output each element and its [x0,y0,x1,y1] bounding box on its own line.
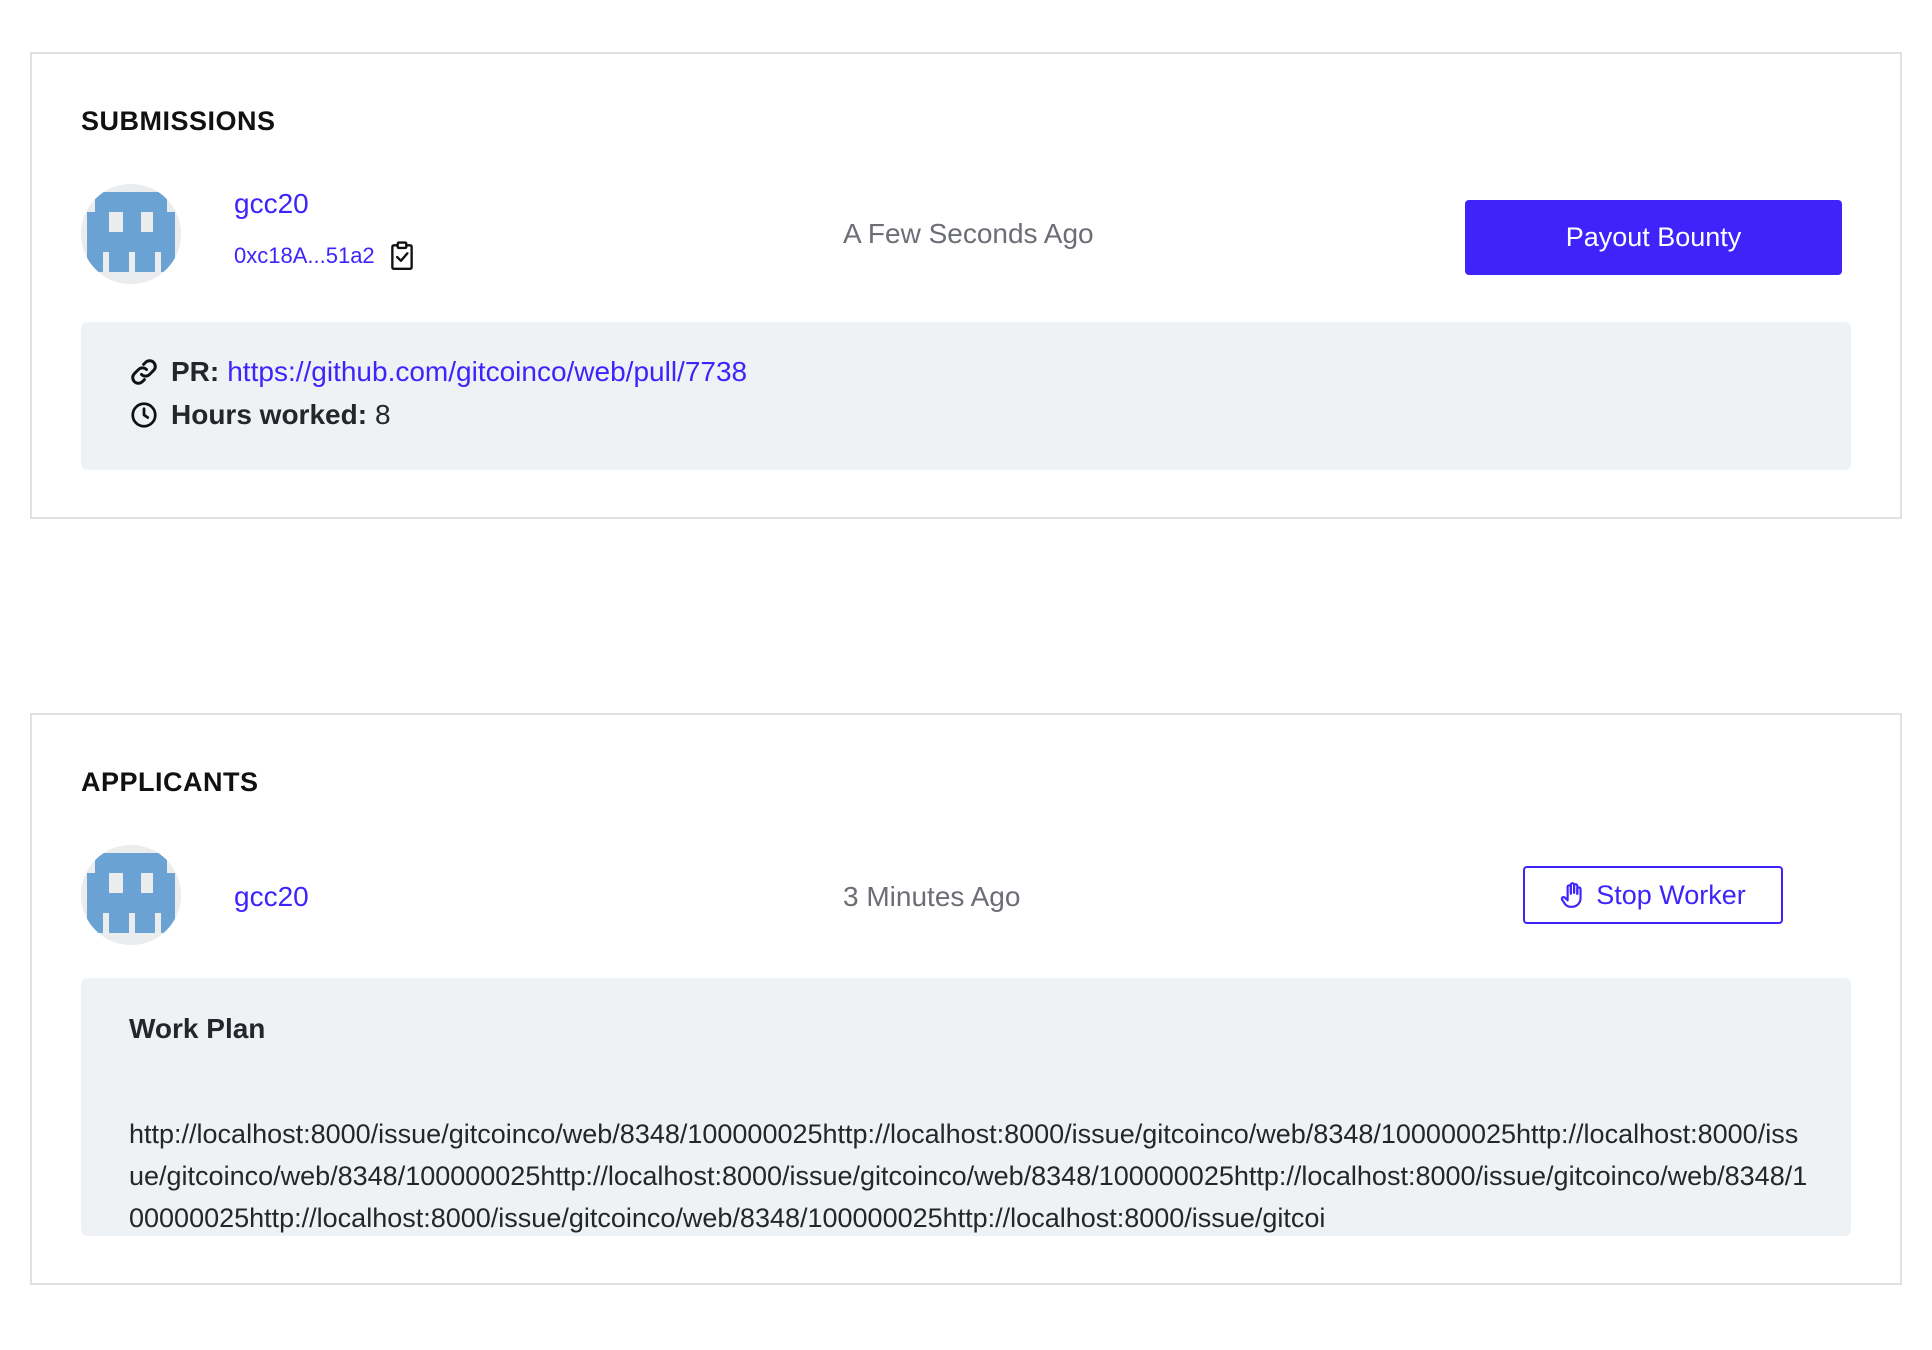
link-icon [129,357,159,387]
submission-details: PR: https://github.com/gitcoinco/web/pul… [81,322,1851,470]
hours-row: Hours worked: 8 [129,399,391,431]
submitter-username-link[interactable]: gcc20 [234,188,309,220]
avatar[interactable] [81,184,181,284]
work-plan-title: Work Plan [129,1013,266,1044]
applicant-timestamp: 3 Minutes Ago [843,881,1021,912]
clipboard-check-icon[interactable] [389,241,415,271]
submissions-panel: SUBMISSIONS gcc20 0xc18A...51a2 A Few Se… [30,52,1902,519]
payout-bounty-button[interactable]: Payout Bounty [1465,200,1842,275]
work-plan-box: Work Plan http://localhost:8000/issue/gi… [81,978,1851,1236]
hours-label: Hours worked: [171,399,368,430]
pr-row: PR: https://github.com/gitcoinco/web/pul… [129,356,747,388]
pr-label: PR: [171,356,220,387]
stop-worker-button[interactable]: Stop Worker [1523,866,1783,924]
identicon-icon [81,845,181,945]
pr-url-link[interactable]: https://github.com/gitcoinco/web/pull/77… [227,356,747,388]
hand-stop-icon [1560,881,1586,909]
wallet-address-text: 0xc18A...51a2 [234,243,375,268]
avatar[interactable] [81,845,181,945]
identicon-icon [81,184,181,284]
hours-value: 8 [375,399,391,430]
submission-timestamp: A Few Seconds Ago [843,218,1094,249]
applicant-username-link[interactable]: gcc20 [234,881,309,913]
clock-icon [129,400,159,430]
wallet-address[interactable]: 0xc18A...51a2 [234,241,415,271]
work-plan-text: http://localhost:8000/issue/gitcoinco/we… [129,1119,1808,1233]
stop-worker-label: Stop Worker [1596,879,1746,910]
submissions-title: SUBMISSIONS [81,106,276,136]
applicants-title: APPLICANTS [81,767,259,797]
applicants-panel: APPLICANTS gcc20 3 Minutes Ago Stop Work… [30,713,1902,1285]
